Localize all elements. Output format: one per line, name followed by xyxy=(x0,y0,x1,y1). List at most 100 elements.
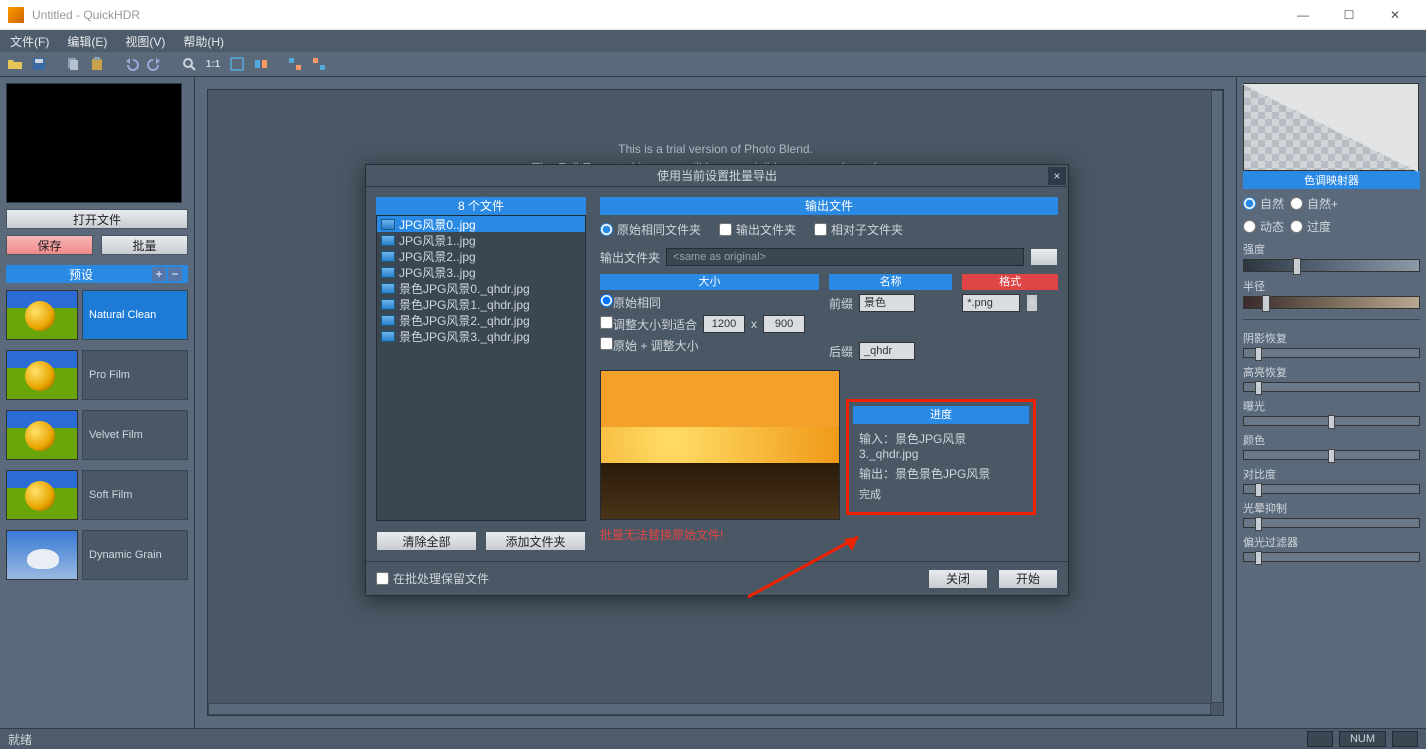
chevron-down-icon[interactable]: ▾ xyxy=(1026,294,1038,312)
zoom-icon[interactable] xyxy=(180,55,198,73)
preset-item[interactable]: Dynamic Grain xyxy=(6,527,188,583)
status-num: NUM xyxy=(1339,731,1386,747)
menu-bar: 文件(F) 编辑(E) 视图(V) 帮助(H) xyxy=(0,30,1426,52)
file-item[interactable]: JPG风景0..jpg xyxy=(377,216,585,232)
dialog-start-btn[interactable]: 开始 xyxy=(998,569,1058,589)
save-button[interactable]: 保存 xyxy=(6,235,93,255)
name-header: 名称 xyxy=(829,274,952,290)
h-scrollbar[interactable] xyxy=(208,703,1211,715)
tool3-icon[interactable] xyxy=(310,55,328,73)
prefix-field[interactable]: 景色 xyxy=(859,294,915,312)
file-list[interactable]: JPG风景0..jpg JPG风景1..jpg JPG风景2..jpg JPG风… xyxy=(376,215,586,521)
maximize-button[interactable]: ☐ xyxy=(1326,0,1372,30)
file-item[interactable]: 景色JPG风景0._qhdr.jpg xyxy=(377,280,585,296)
minimize-button[interactable]: — xyxy=(1280,0,1326,30)
add-folder-button[interactable]: 添加文件夹 xyxy=(485,531,586,551)
open-icon[interactable] xyxy=(6,55,24,73)
height-field[interactable]: 900 xyxy=(763,315,805,333)
preset-item[interactable]: Velvet Film xyxy=(6,407,188,463)
progress-panel: 进度 输入：景色JPG风景3._qhdr.jpg 输出：景色景色JPG风景 完成 xyxy=(846,399,1036,515)
radio-natural[interactable]: 自然 xyxy=(1243,195,1284,212)
radio-output-folder[interactable]: 输出文件夹 xyxy=(719,221,796,238)
radius-slider[interactable] xyxy=(1243,296,1420,309)
highlight-slider[interactable] xyxy=(1243,382,1420,392)
image-icon xyxy=(381,315,395,326)
file-item[interactable]: JPG风景2..jpg xyxy=(377,248,585,264)
copy-icon[interactable] xyxy=(64,55,82,73)
radio-relative-folder[interactable]: 相对子文件夹 xyxy=(814,221,903,238)
progress-done: 完成 xyxy=(849,484,1033,504)
preset-add-button[interactable]: + xyxy=(152,267,166,281)
file-item[interactable]: JPG风景3..jpg xyxy=(377,264,585,280)
menu-help[interactable]: 帮助(H) xyxy=(183,33,224,50)
width-field[interactable]: 1200 xyxy=(703,315,745,333)
zoom-11-button[interactable]: 1:1 xyxy=(204,55,222,73)
presets-header: 预设 + − xyxy=(6,265,188,283)
file-item[interactable]: 景色JPG风景1._qhdr.jpg xyxy=(377,296,585,312)
tonemap-header: 色调映射器 xyxy=(1243,171,1420,189)
strength-slider[interactable] xyxy=(1243,259,1420,272)
preset-item[interactable]: Pro Film xyxy=(6,347,188,403)
radius-label: 半径 xyxy=(1243,278,1420,294)
file-item[interactable]: JPG风景1..jpg xyxy=(377,232,585,248)
contrast-slider[interactable] xyxy=(1243,484,1420,494)
preset-item[interactable]: Soft Film xyxy=(6,467,188,523)
menu-edit[interactable]: 编辑(E) xyxy=(67,33,107,50)
check-size-fit[interactable]: 调整大小到适合 xyxy=(600,316,697,333)
preset-remove-button[interactable]: − xyxy=(168,267,182,281)
v-scrollbar[interactable] xyxy=(1211,90,1223,703)
color-label: 颜色 xyxy=(1243,432,1420,448)
browse-button[interactable] xyxy=(1030,248,1058,266)
menu-view[interactable]: 视图(V) xyxy=(125,33,165,50)
tool2-icon[interactable] xyxy=(286,55,304,73)
radio-dynamic[interactable]: 动态 xyxy=(1243,218,1284,235)
status-well-1 xyxy=(1307,731,1333,747)
color-slider[interactable] xyxy=(1243,450,1420,460)
output-folder-label: 输出文件夹 xyxy=(600,249,660,266)
keep-files-checkbox[interactable]: 在批处理保留文件 xyxy=(376,570,918,587)
exposure-slider[interactable] xyxy=(1243,416,1420,426)
output-header: 输出文件 xyxy=(600,197,1058,215)
clear-all-button[interactable]: 清除全部 xyxy=(376,531,477,551)
close-button[interactable]: ✕ xyxy=(1372,0,1418,30)
shadow-slider[interactable] xyxy=(1243,348,1420,358)
preset-thumb xyxy=(6,290,78,340)
menu-file[interactable]: 文件(F) xyxy=(10,33,49,50)
preset-item[interactable]: Natural Clean xyxy=(6,287,188,343)
progress-header: 进度 xyxy=(853,406,1029,424)
shadow-label: 阴影恢复 xyxy=(1243,330,1420,346)
output-folder-field[interactable]: <same as original> xyxy=(666,248,1024,266)
radio-natural-plus[interactable]: 自然+ xyxy=(1290,195,1338,212)
format-select[interactable]: *.png xyxy=(962,294,1020,312)
status-well-2 xyxy=(1392,731,1418,747)
file-item[interactable]: 景色JPG风景3._qhdr.jpg xyxy=(377,328,585,344)
undo-icon[interactable] xyxy=(122,55,140,73)
radio-over[interactable]: 过度 xyxy=(1290,218,1331,235)
strength-label: 强度 xyxy=(1243,241,1420,257)
radio-size-same[interactable]: 原始相同 xyxy=(600,294,661,311)
dialog-close-button[interactable]: × xyxy=(1048,167,1066,185)
title-bar: Untitled - QuickHDR — ☐ ✕ xyxy=(0,0,1426,30)
save-icon[interactable] xyxy=(30,55,48,73)
preset-list: Natural Clean Pro Film Velvet Film Soft … xyxy=(6,287,188,583)
file-item[interactable]: 景色JPG风景2._qhdr.jpg xyxy=(377,312,585,328)
progress-output: 输出：景色景色JPG风景 xyxy=(849,463,1033,484)
paste-icon[interactable] xyxy=(88,55,106,73)
suffix-field[interactable]: _qhdr xyxy=(859,342,915,360)
redo-icon[interactable] xyxy=(146,55,164,73)
check-orig-fit[interactable]: 原始 + 调整大小 xyxy=(600,337,699,354)
preview-image xyxy=(600,370,840,520)
fit-icon[interactable] xyxy=(228,55,246,73)
image-icon xyxy=(381,267,395,278)
exposure-label: 曝光 xyxy=(1243,398,1420,414)
radio-same-folder[interactable]: 原始相同文件夹 xyxy=(600,221,701,238)
polarize-slider[interactable] xyxy=(1243,552,1420,562)
batch-button[interactable]: 批量 xyxy=(101,235,188,255)
tool1-icon[interactable] xyxy=(252,55,270,73)
halo-slider[interactable] xyxy=(1243,518,1420,528)
contrast-label: 对比度 xyxy=(1243,466,1420,482)
open-file-button[interactable]: 打开文件 xyxy=(6,209,188,229)
tool-bar: 1:1 xyxy=(0,52,1426,76)
dialog-close-btn[interactable]: 关闭 xyxy=(928,569,988,589)
image-icon xyxy=(381,283,395,294)
